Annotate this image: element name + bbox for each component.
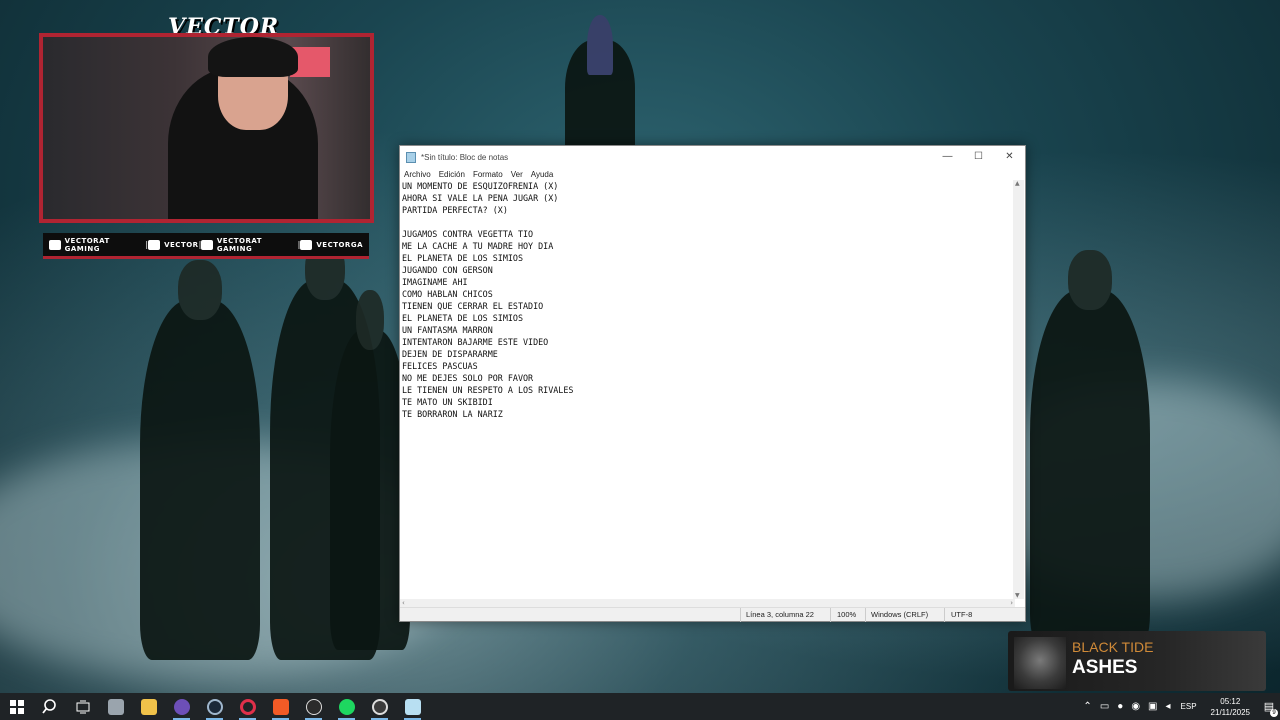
- menu-ayuda[interactable]: Ayuda: [531, 170, 554, 179]
- figure: [1030, 250, 1150, 650]
- steam-icon[interactable]: [198, 693, 231, 720]
- minimize-button[interactable]: —: [932, 146, 963, 166]
- file-explorer-icon[interactable]: [99, 693, 132, 720]
- divider: [865, 608, 866, 622]
- twitch-icon: [148, 239, 161, 250]
- streamer-hair: [208, 37, 298, 77]
- social-bar: VECTORAT GAMING | VECTOR | VECTORAT GAMI…: [43, 233, 369, 259]
- system-tray: ⌃ ▭ ● ◉ ▣ ◂ ESP 05:12 21/11/2025 ▤ 9: [1079, 693, 1280, 720]
- app-glyph: [239, 698, 256, 715]
- divider: [740, 608, 741, 622]
- menu-ver[interactable]: Ver: [511, 170, 523, 179]
- folder-icon[interactable]: [132, 693, 165, 720]
- app-glyph: [305, 698, 322, 715]
- app-glyph: [206, 698, 223, 715]
- now-playing-widget: BLACK TIDE ASHES: [1008, 631, 1266, 691]
- divider: [944, 608, 945, 622]
- brave-icon[interactable]: [264, 693, 297, 720]
- menu-archivo[interactable]: Archivo: [404, 170, 431, 179]
- social-twitter: VECTORAT GAMING: [201, 237, 297, 253]
- app-glyph: [371, 698, 388, 715]
- webcam-feed: [39, 33, 374, 223]
- spotify-icon[interactable]: [330, 693, 363, 720]
- title-bar[interactable]: *Sin título: Bloc de notas — ☐ ✕: [400, 146, 1025, 168]
- window-controls: — ☐ ✕: [932, 146, 1025, 166]
- app-glyph: [173, 698, 190, 715]
- social-label: VECTORAT GAMING: [64, 236, 110, 253]
- menu-edicion[interactable]: Edición: [439, 170, 465, 179]
- task-view-icon[interactable]: [66, 693, 99, 720]
- clock[interactable]: 05:12 21/11/2025: [1211, 696, 1250, 718]
- taskbar: ⌃ ▭ ● ◉ ▣ ◂ ESP 05:12 21/11/2025 ▤ 9: [0, 693, 1280, 720]
- close-button[interactable]: ✕: [994, 146, 1025, 166]
- artist-name: BLACK TIDE: [1072, 639, 1154, 655]
- notification-count: 9: [1270, 709, 1278, 717]
- social-label: VECTORGA: [316, 240, 363, 249]
- speaker-icon[interactable]: ◂: [1166, 701, 1171, 712]
- time: 05:12: [1220, 696, 1241, 706]
- figure: [565, 15, 635, 160]
- menu-formato[interactable]: Formato: [473, 170, 503, 179]
- text-editor[interactable]: UN MOMENTO DE ESQUIZOFRENIA (X) AHORA SI…: [400, 180, 1015, 599]
- notepad-icon[interactable]: [396, 693, 429, 720]
- cursor-position: Línea 3, columna 22: [746, 610, 814, 619]
- date: 21/11/2025: [1210, 707, 1250, 717]
- social-twitch: VECTOR: [148, 239, 199, 250]
- zoom-level: 100%: [837, 610, 857, 619]
- twitter-icon: [201, 239, 213, 250]
- social-label: VECTORAT GAMING: [216, 236, 262, 253]
- divider: [830, 608, 831, 622]
- status-bar: Línea 3, columna 22 100% Windows (CRLF) …: [400, 607, 1025, 622]
- social-youtube: VECTORAT GAMING: [49, 237, 145, 253]
- chevron-up-icon[interactable]: ⌃: [1083, 701, 1091, 712]
- language-indicator[interactable]: ESP: [1181, 702, 1197, 711]
- app-glyph: [404, 698, 421, 715]
- maximize-button[interactable]: ☐: [963, 146, 994, 166]
- app-tray-icon[interactable]: ▭: [1100, 701, 1109, 712]
- line-endings: Windows (CRLF): [871, 610, 929, 619]
- song-title: ASHES: [1072, 657, 1138, 678]
- social-label: VECTOR: [164, 240, 199, 249]
- scroll-left-icon[interactable]: ‹: [402, 599, 405, 607]
- obs-icon[interactable]: [363, 693, 396, 720]
- microphone-icon[interactable]: ●: [1117, 701, 1123, 712]
- notepad-icon: [406, 151, 416, 163]
- scroll-down-icon[interactable]: ▼: [1015, 592, 1020, 599]
- app-glyph: [140, 698, 157, 715]
- instagram-icon: [300, 239, 313, 250]
- discord-icon[interactable]: [165, 693, 198, 720]
- notepad-window[interactable]: *Sin título: Bloc de notas — ☐ ✕ Archivo…: [399, 145, 1026, 622]
- notification-center[interactable]: ▤ 9: [1258, 693, 1280, 720]
- figure: [140, 260, 260, 660]
- app-glyph: [107, 698, 124, 715]
- scroll-right-icon[interactable]: ›: [1010, 599, 1013, 607]
- app-glyph: [272, 698, 289, 715]
- vertical-scrollbar[interactable]: ▲ ▼: [1013, 180, 1024, 599]
- record-icon[interactable]: ◉: [1131, 701, 1140, 712]
- start-icon[interactable]: [0, 693, 33, 720]
- network-icon[interactable]: ▣: [1148, 701, 1157, 712]
- figure: [330, 290, 410, 650]
- scroll-up-icon[interactable]: ▲: [1015, 180, 1020, 187]
- opera-gx-icon[interactable]: [231, 693, 264, 720]
- window-title: *Sin título: Bloc de notas: [421, 152, 509, 162]
- social-instagram: VECTORGA: [300, 239, 363, 250]
- app-glyph: [338, 698, 355, 715]
- youtube-icon: [49, 239, 61, 250]
- encoding: UTF-8: [951, 610, 973, 619]
- game-launcher-icon[interactable]: [297, 693, 330, 720]
- search-icon[interactable]: [33, 693, 66, 720]
- album-art: [1014, 637, 1066, 689]
